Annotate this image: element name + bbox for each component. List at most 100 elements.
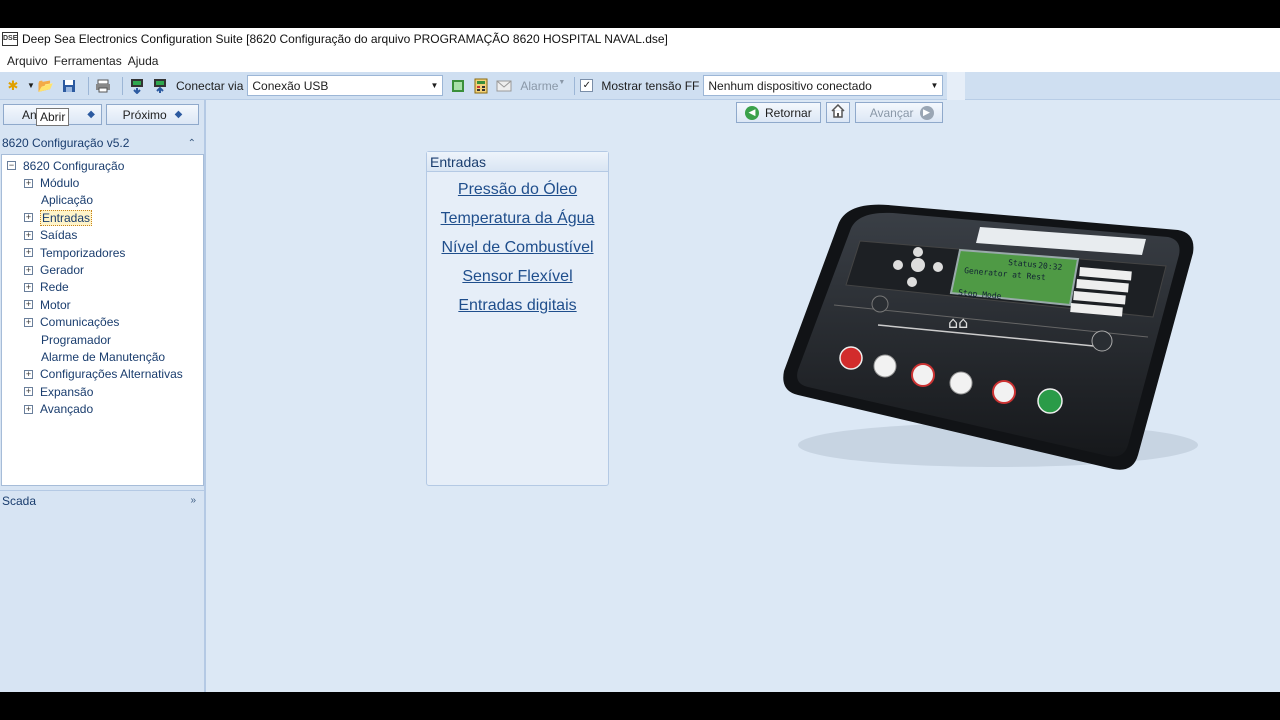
toolbar-separator: [574, 76, 576, 95]
tooltip: Abrir: [36, 108, 70, 126]
tree-item-gerador[interactable]: + Gerador: [2, 261, 203, 278]
home-button[interactable]: [825, 102, 850, 123]
chevron-down-icon: ▼: [430, 81, 439, 90]
toolbar-overflow: [947, 71, 966, 100]
link-water-temperature[interactable]: Temperatura da Água: [427, 210, 608, 230]
tree-item-label: Alarme de Manutenção: [41, 349, 166, 364]
tree-item-entradas[interactable]: + Entradas: [2, 209, 203, 226]
home-icon: [831, 103, 845, 121]
arrow-down-icon: ◆: [174, 109, 183, 120]
tree-item-label: Aplicação: [41, 193, 94, 208]
show-voltage-label: Mostrar tensão FF: [601, 78, 700, 93]
tree-item-sa-das[interactable]: + Saídas: [2, 227, 203, 244]
collapse-box-icon[interactable]: −: [7, 161, 16, 171]
scada-icon[interactable]: [449, 77, 467, 95]
arrow-up-icon: ◆: [87, 109, 95, 120]
toolbar-separator: [88, 76, 89, 95]
tree-header-title: 8620 Configuração v5.2: [2, 136, 130, 150]
tree-item-label: Temporizadores: [40, 245, 126, 260]
tree-item-configura-es-alternativas[interactable]: + Configurações Alternativas: [2, 366, 203, 383]
expand-box-icon[interactable]: +: [24, 300, 33, 310]
menu-ferramentas[interactable]: Ferramentas: [54, 54, 122, 68]
show-voltage-checkbox[interactable]: ✓: [580, 79, 594, 92]
window-title: Deep Sea Electronics Configuration Suite…: [22, 32, 668, 46]
expand-box-icon[interactable]: +: [24, 230, 33, 240]
back-label: Retornar: [765, 105, 812, 120]
tree-item-programador[interactable]: Programador: [2, 331, 203, 348]
tree-item-label: Configurações Alternativas: [40, 367, 183, 382]
open-folder-icon[interactable]: 📂: [37, 77, 55, 95]
toolbar-separator: [122, 76, 123, 95]
scada-label: Scada: [2, 493, 37, 508]
expand-icon[interactable]: »: [190, 495, 196, 506]
generator-symbol-icon: ⌂⌂: [948, 313, 968, 332]
alarm-label: Alarme: [520, 78, 559, 93]
app-window: DSE Deep Sea Electronics Configuration S…: [0, 28, 1280, 692]
tree-item-label: Expansão: [40, 384, 94, 399]
tree-header[interactable]: 8620 Configuração v5.2 ⌃: [0, 133, 204, 153]
tree-root-label: 8620 Configuração: [23, 158, 125, 173]
forward-label: Avançar: [869, 105, 914, 120]
email-icon: [495, 77, 513, 95]
connect-via-label: Conectar via: [176, 78, 244, 93]
arrow-right-icon: ▶: [919, 105, 934, 120]
new-file-icon[interactable]: ✱: [4, 77, 22, 95]
print-icon[interactable]: [94, 77, 112, 95]
left-pane: Anterior ◆ Próximo ◆ Abrir 8620 Configur…: [0, 100, 206, 692]
write-to-device-icon[interactable]: [151, 77, 169, 95]
menu-bar: Arquivo Ferramentas Ajuda: [0, 50, 1280, 72]
tree-item-label: Entradas: [40, 209, 93, 226]
device-value: Nenhum dispositivo conectado: [708, 78, 872, 93]
link-digital-inputs[interactable]: Entradas digitais: [427, 297, 608, 317]
tree-item-avan-ado[interactable]: + Avançado: [2, 400, 203, 417]
connection-value: Conexão USB: [252, 78, 329, 93]
expand-box-icon[interactable]: +: [24, 178, 33, 188]
link-flexible-sensor[interactable]: Sensor Flexível: [427, 268, 608, 288]
tree-item-label: Gerador: [40, 263, 85, 278]
menu-arquivo[interactable]: Arquivo: [7, 54, 48, 68]
expand-box-icon[interactable]: +: [24, 248, 33, 258]
expand-box-icon[interactable]: +: [24, 317, 33, 327]
connection-select[interactable]: Conexão USB ▼: [247, 75, 444, 96]
link-oil-pressure[interactable]: Pressão do Óleo: [427, 181, 608, 201]
app-icon: DSE: [2, 32, 18, 46]
expand-box-icon[interactable]: +: [24, 282, 33, 292]
back-button[interactable]: ◀ Retornar: [736, 102, 821, 123]
chevron-down-icon: ▼: [930, 81, 939, 90]
link-fuel-level[interactable]: Nível de Combustível: [427, 239, 608, 259]
tree-item-label: Módulo: [40, 176, 80, 191]
tree-root[interactable]: − 8620 Configuração: [2, 157, 203, 174]
tree-item-temporizadores[interactable]: + Temporizadores: [2, 244, 203, 261]
controller-device-image: Status 20:32 Generator at Rest Stop Mode: [768, 175, 1228, 498]
tree-item-motor[interactable]: + Motor: [2, 296, 203, 313]
alarm-menu: Alarme▼: [520, 78, 566, 93]
expand-box-icon[interactable]: +: [24, 369, 33, 379]
expand-box-icon[interactable]: +: [24, 404, 33, 414]
tree-item-expans-o[interactable]: + Expansão: [2, 383, 203, 400]
arrow-left-icon: ◀: [745, 105, 759, 120]
tree-item-alarme-de-manuten-o[interactable]: Alarme de Manutenção: [2, 348, 203, 365]
tree-item-aplica-o[interactable]: Aplicação: [2, 192, 203, 209]
read-from-device-icon[interactable]: [128, 77, 146, 95]
collapse-icon[interactable]: ⌃: [188, 138, 196, 149]
toolbar: ✱ ▼ 📂 Conectar via Conexão USB ▼ Alarme▼…: [0, 71, 1280, 100]
dropdown-arrow-icon[interactable]: ▼: [27, 77, 35, 95]
save-icon[interactable]: [60, 77, 78, 95]
tree-item-label: Programador: [41, 332, 112, 347]
main-area: ◀ Retornar Avançar ▶ Entradas Pressão do…: [208, 100, 1280, 692]
expand-box-icon[interactable]: +: [24, 213, 33, 223]
tree-item-m-dulo[interactable]: + Módulo: [2, 174, 203, 191]
calculator-icon[interactable]: [472, 77, 490, 95]
title-bar: DSE Deep Sea Electronics Configuration S…: [0, 28, 1280, 50]
panel-title: Entradas: [427, 152, 608, 172]
scada-header[interactable]: Scada »: [0, 490, 204, 510]
expand-box-icon[interactable]: +: [24, 387, 33, 397]
menu-ajuda[interactable]: Ajuda: [128, 54, 159, 68]
next-label: Próximo: [122, 107, 167, 122]
tree-item-comunica-es[interactable]: + Comunicações: [2, 314, 203, 331]
expand-box-icon[interactable]: +: [24, 265, 33, 275]
next-button[interactable]: Próximo ◆: [106, 104, 199, 125]
device-select[interactable]: Nenhum dispositivo conectado ▼: [703, 75, 944, 96]
tree-item-label: Motor: [40, 297, 71, 312]
tree-item-rede[interactable]: + Rede: [2, 279, 203, 296]
